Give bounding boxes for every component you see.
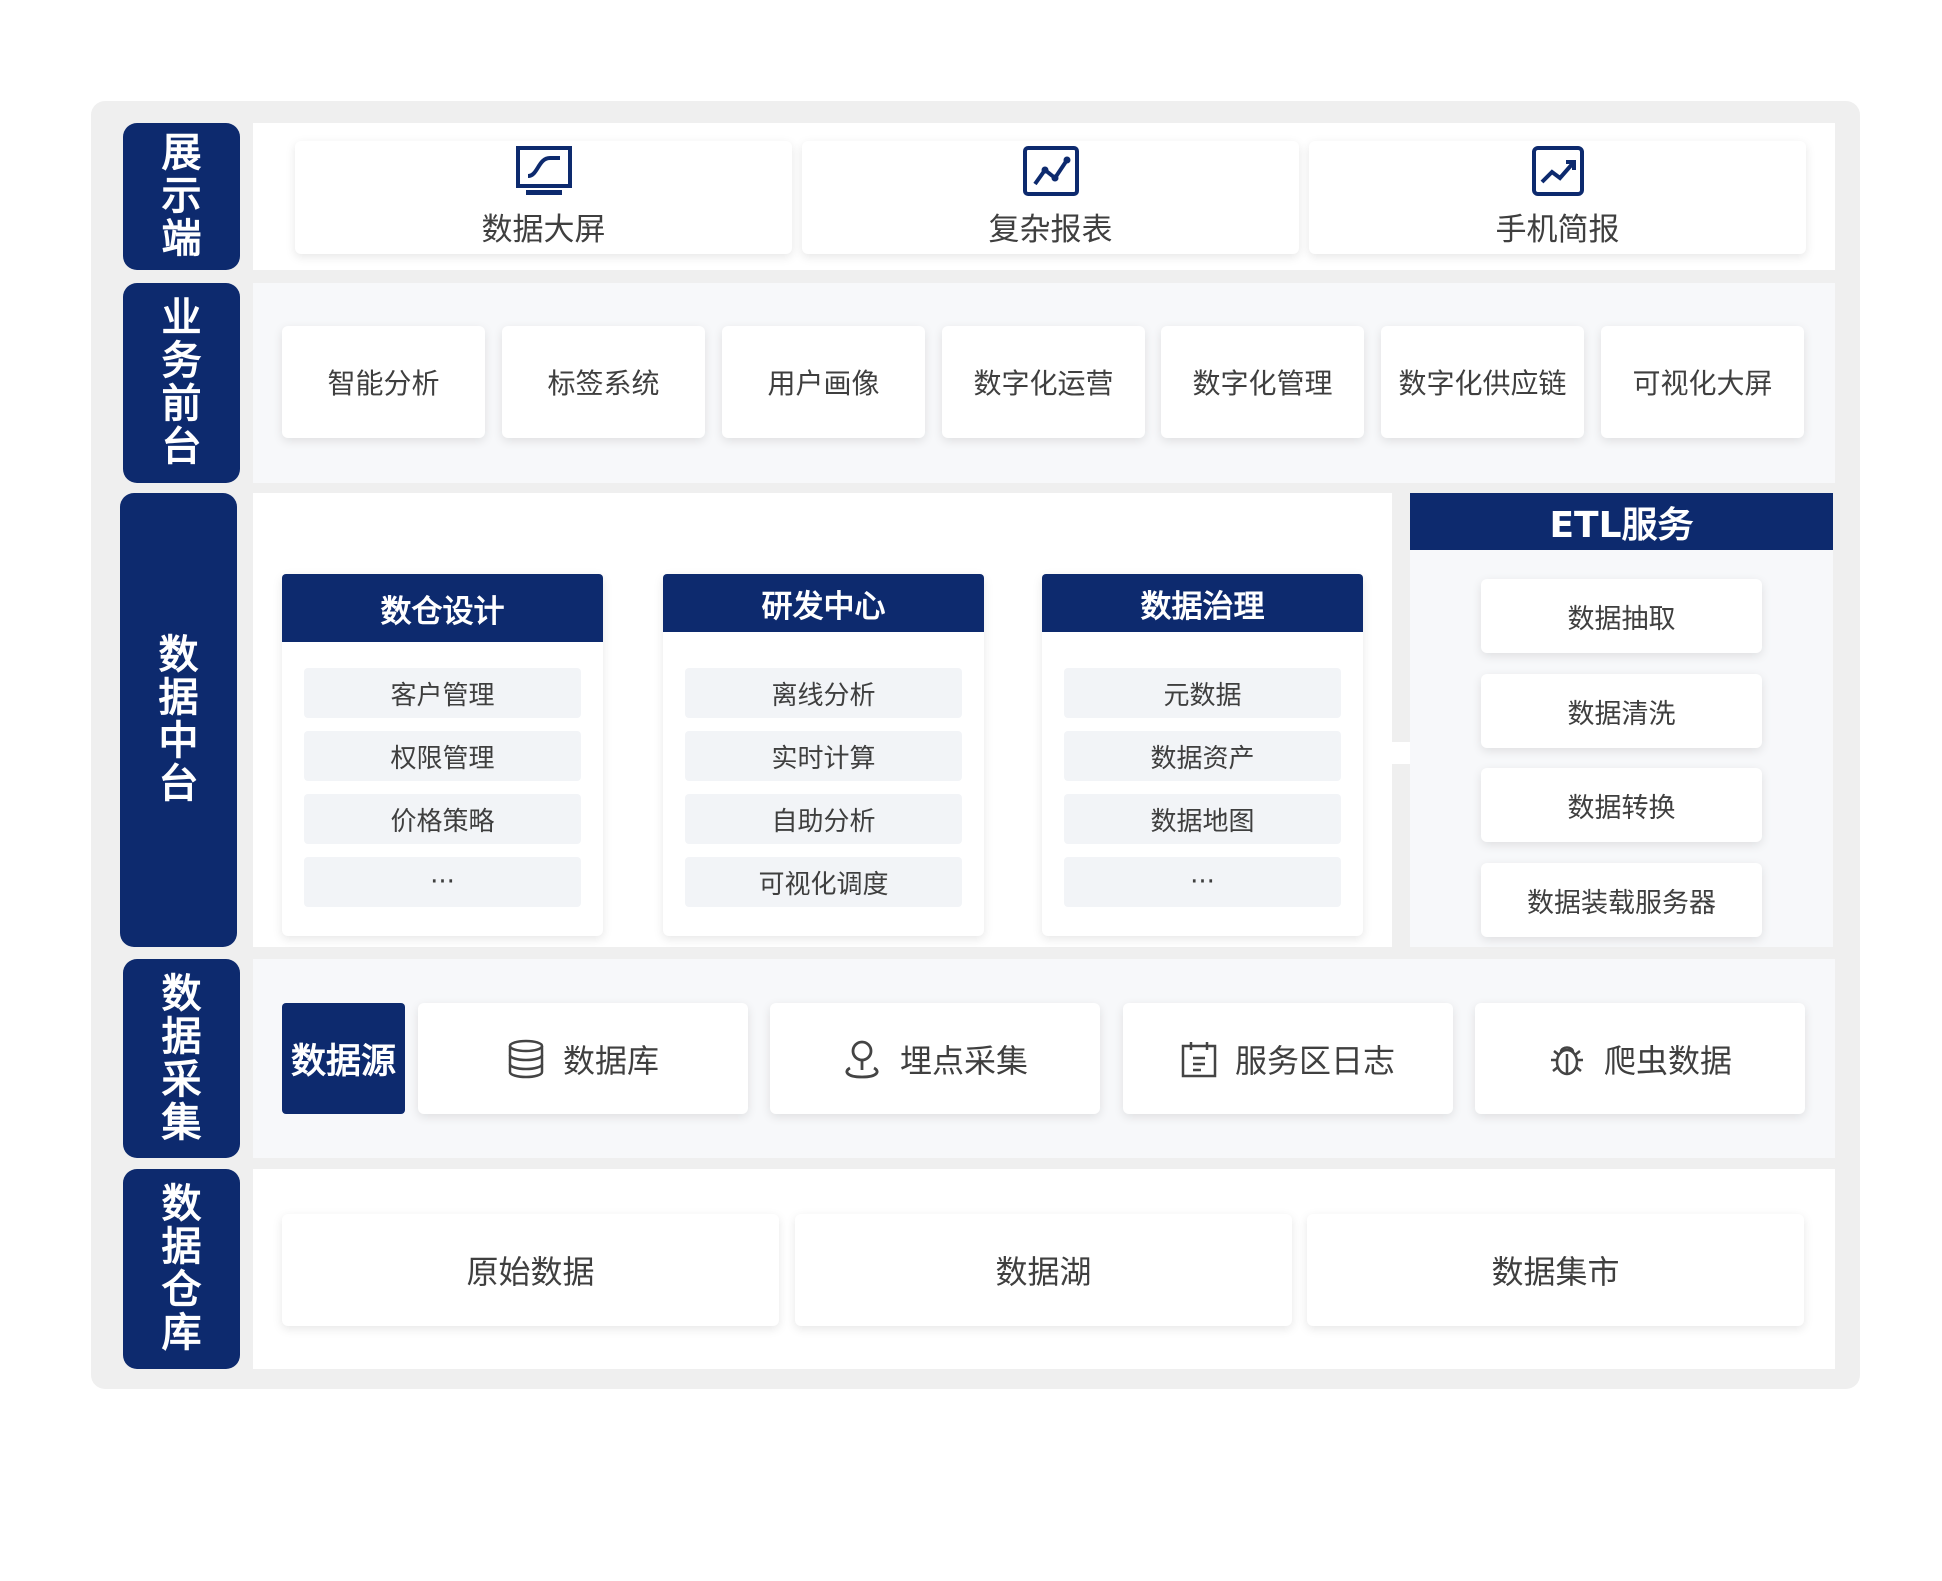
- module-connector: [602, 742, 664, 764]
- source-card-tracking[interactable]: 埋点采集: [770, 1003, 1100, 1114]
- module-item[interactable]: 价格策略: [304, 794, 581, 844]
- warehouse-card-label: 数据集市: [1491, 1253, 1620, 1291]
- etl-item-extract[interactable]: 数据抽取: [1481, 579, 1762, 653]
- business-card-label: 数字化供应链: [1398, 367, 1567, 400]
- display-card-label: 复杂报表: [988, 212, 1113, 248]
- warehouse-card-label: 数据湖: [995, 1253, 1092, 1291]
- source-card-crawler[interactable]: 爬虫数据: [1475, 1003, 1805, 1114]
- business-card-tag-system[interactable]: 标签系统: [502, 326, 705, 438]
- module-title: 数据治理: [1042, 574, 1363, 632]
- database-icon: [508, 1039, 544, 1078]
- source-card-label: 服务区日志: [1234, 1041, 1395, 1080]
- module-item[interactable]: 权限管理: [304, 731, 581, 781]
- business-card-visual-screen[interactable]: 可视化大屏: [1601, 326, 1804, 438]
- source-card-label: 数据库: [562, 1041, 659, 1080]
- business-card-user-profile[interactable]: 用户画像: [722, 326, 925, 438]
- etl-title: ETL服务: [1410, 493, 1833, 550]
- source-card-label: 爬虫数据: [1603, 1041, 1732, 1080]
- etl-item-label: 数据转换: [1567, 792, 1676, 824]
- module-item[interactable]: 可视化调度: [685, 857, 962, 907]
- module-item-more[interactable]: ···: [1064, 857, 1341, 907]
- location-pin-icon: [845, 1040, 879, 1078]
- layer-label-collect-text: 数据采集: [161, 970, 202, 1146]
- business-card-label: 数字化运营: [973, 367, 1114, 400]
- line-chart-icon: [1022, 146, 1079, 196]
- business-card-label: 可视化大屏: [1632, 367, 1773, 400]
- warehouse-card-data-mart[interactable]: 数据集市: [1307, 1214, 1804, 1326]
- display-card-data-screen[interactable]: 数据大屏: [295, 141, 792, 254]
- module-data-governance: 数据治理 元数据 数据资产 数据地图 ···: [1042, 574, 1363, 936]
- data-source-label: 数据源: [282, 1003, 405, 1114]
- business-card-digital-supply-chain[interactable]: 数字化供应链: [1381, 326, 1584, 438]
- module-title: 研发中心: [663, 574, 984, 632]
- monitor-chart-icon: [515, 146, 572, 195]
- warehouse-card-label: 原始数据: [466, 1253, 595, 1291]
- layer-label-warehouse-text: 数据仓库: [161, 1181, 202, 1356]
- business-card-digital-operation[interactable]: 数字化运营: [942, 326, 1145, 438]
- display-card-label: 手机简报: [1495, 212, 1620, 248]
- module-rd-center: 研发中心 离线分析 实时计算 自助分析 可视化调度: [663, 574, 984, 936]
- module-warehouse-design: 数仓设计 客户管理 权限管理 价格策略 ···: [282, 574, 603, 936]
- bug-icon: [1550, 1045, 1583, 1075]
- module-item[interactable]: 实时计算: [685, 731, 962, 781]
- trend-up-icon: [1531, 146, 1584, 196]
- module-item[interactable]: 离线分析: [685, 668, 962, 718]
- business-card-label: 标签系统: [547, 367, 660, 400]
- etl-item-label: 数据抽取: [1567, 603, 1676, 635]
- etl-item-clean[interactable]: 数据清洗: [1481, 674, 1762, 748]
- module-item-more[interactable]: ···: [304, 857, 581, 907]
- business-card-digital-management[interactable]: 数字化管理: [1161, 326, 1364, 438]
- layer-label-display-text: 展示端: [161, 130, 202, 262]
- etl-item-transform[interactable]: 数据转换: [1481, 768, 1762, 842]
- etl-item-label: 数据装载服务器: [1527, 887, 1716, 919]
- module-item[interactable]: 客户管理: [304, 668, 581, 718]
- business-card-smart-analysis[interactable]: 智能分析: [282, 326, 485, 438]
- layer-label-display: 展示端: [123, 123, 240, 270]
- source-card-service-log[interactable]: 服务区日志: [1123, 1003, 1453, 1114]
- layer-label-collect: 数据采集: [123, 959, 240, 1158]
- module-item[interactable]: 数据资产: [1064, 731, 1341, 781]
- module-title: 数仓设计: [282, 574, 603, 642]
- layer-label-middle: 数据中台: [120, 493, 237, 947]
- module-item[interactable]: 元数据: [1064, 668, 1341, 718]
- display-card-label: 数据大屏: [481, 212, 606, 248]
- module-connector: [983, 742, 1042, 764]
- business-card-label: 用户画像: [767, 367, 880, 400]
- display-card-mobile-brief[interactable]: 手机简报: [1309, 141, 1806, 254]
- source-card-label: 埋点采集: [899, 1041, 1028, 1080]
- layer-label-business-text: 业务前台: [161, 295, 202, 470]
- layer-label-middle-text: 数据中台: [158, 632, 199, 807]
- warehouse-card-data-lake[interactable]: 数据湖: [795, 1214, 1292, 1326]
- module-item[interactable]: 数据地图: [1064, 794, 1341, 844]
- etl-item-load[interactable]: 数据装载服务器: [1481, 863, 1762, 937]
- warehouse-card-raw-data[interactable]: 原始数据: [282, 1214, 779, 1326]
- layer-label-warehouse: 数据仓库: [123, 1169, 240, 1369]
- business-card-label: 数字化管理: [1192, 367, 1333, 400]
- calendar-log-icon: [1181, 1041, 1217, 1077]
- business-card-label: 智能分析: [327, 367, 440, 400]
- display-card-complex-report[interactable]: 复杂报表: [802, 141, 1299, 254]
- source-card-database[interactable]: 数据库: [418, 1003, 748, 1114]
- module-item[interactable]: 自助分析: [685, 794, 962, 844]
- layer-label-business: 业务前台: [123, 283, 240, 483]
- etl-item-label: 数据清洗: [1567, 698, 1676, 730]
